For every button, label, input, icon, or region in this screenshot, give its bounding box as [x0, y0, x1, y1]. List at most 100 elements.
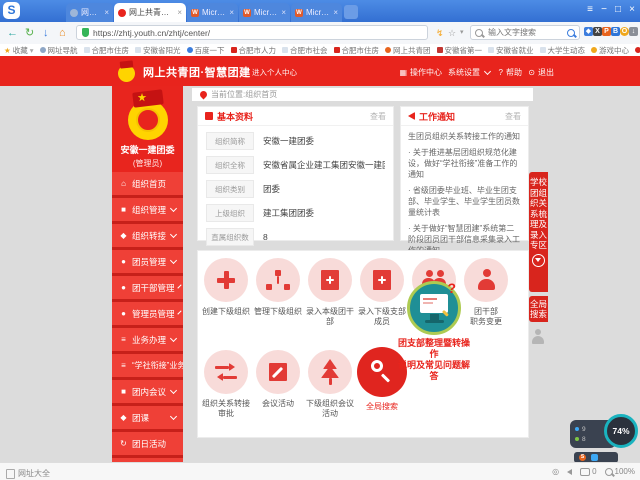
bookmark-item[interactable]: 网上共青团	[385, 45, 431, 56]
bookmark-item[interactable]: 游戏中心	[591, 45, 629, 56]
boost-mini-icon[interactable]	[591, 454, 598, 461]
url-text[interactable]: https://zhtj.youth.cn/zhtj/center/	[93, 28, 210, 38]
logout-link[interactable]: ⊙退出	[528, 67, 554, 78]
extension-icon[interactable]: P	[602, 27, 611, 36]
speaker-icon[interactable]	[567, 469, 572, 475]
back-icon[interactable]: ←	[7, 26, 18, 40]
site-icon	[334, 47, 340, 53]
help-overlay[interactable]: ? 团支部整理暨转操作 说明及常见问题解答	[398, 281, 470, 382]
tab-word-2[interactable]: W Microsoft Word - 飞… ×	[239, 3, 290, 22]
notice-item[interactable]: · 省级团委毕业班、毕业生团支部、毕业学生、毕业学生团员数量统计表	[408, 185, 521, 218]
bookmark-item[interactable]: 大学生动态	[540, 45, 586, 56]
tab-close-icon[interactable]: ×	[281, 8, 286, 17]
search-icon	[475, 29, 483, 37]
school-transfer-zone-tab[interactable]: 学校团组织关系梳理及录入专区	[529, 172, 548, 292]
address-bar[interactable]: https://zhtj.youth.cn/zhtj/center/	[76, 25, 428, 40]
tab-word-1[interactable]: W Microsoft Word - 飞… ×	[187, 3, 238, 22]
field-label: 上级组织	[206, 204, 254, 222]
extension-icon[interactable]: ◆	[584, 27, 593, 36]
lightning-icon[interactable]: ↯	[436, 26, 444, 40]
menu-icon[interactable]: ≡	[584, 4, 596, 15]
bookmark-item[interactable]: 小说大全	[635, 45, 640, 56]
sidebar-item-org-transfer[interactable]: ◆组织转接	[112, 224, 183, 247]
notice-item[interactable]: 生团员组织关系转接工作的通知	[408, 131, 521, 142]
new-tab-button[interactable]	[344, 5, 358, 19]
action-sub-org-meetings[interactable]: 下级组织会议活动	[304, 350, 356, 419]
grid-icon: ▦	[399, 69, 407, 77]
target-icon[interactable]: ◎	[552, 467, 559, 476]
sidebar-item-cadre-manage[interactable]: ●团干部管理	[112, 276, 183, 299]
system-settings-link[interactable]: 系统设置	[448, 67, 490, 78]
sidebar-item-org-home[interactable]: ⌂组织首页	[112, 172, 183, 195]
home-icon: ⌂	[119, 179, 128, 188]
sogou-mini-icon[interactable]: S	[579, 454, 586, 461]
boost-ball-widget[interactable]: 9 8 74% S	[570, 414, 638, 462]
customer-service-icon[interactable]	[530, 328, 546, 344]
sidebar-item-activities[interactable]: ↻团日活动	[112, 432, 183, 455]
tab-close-icon[interactable]: ×	[333, 8, 338, 17]
bookmark-item[interactable]: 安徽省阳光	[135, 45, 181, 56]
notices-view-link[interactable]: 查看	[505, 111, 521, 122]
download-icon[interactable]: ↓	[43, 26, 49, 40]
memory-gauge[interactable]: 74%	[604, 414, 638, 448]
field-label: 组织全称	[206, 156, 254, 174]
bookmark-item[interactable]: 合肥市人力	[231, 45, 277, 56]
sidebar-item-lessons[interactable]: ◆团课	[112, 406, 183, 429]
bookmark-item[interactable]: 合肥市社会	[282, 45, 328, 56]
refresh-icon[interactable]: ↻	[25, 26, 34, 40]
action-create-sub-org[interactable]: 创建下级组织	[200, 258, 252, 317]
global-search-tab[interactable]: 全局搜索	[529, 296, 548, 322]
bookmark-item[interactable]: 安徽省第一	[437, 45, 483, 56]
bookmark-item[interactable]: 合肥市住房	[334, 45, 380, 56]
bookmark-item[interactable]: 安徽省就业	[488, 45, 534, 56]
favorite-star-icon[interactable]: ☆	[448, 26, 456, 40]
people-icon: ●	[119, 309, 128, 318]
action-transfer-approval[interactable]: 组织关系转接审批	[200, 350, 252, 419]
power-icon: ⊙	[528, 69, 535, 77]
caret-down-icon[interactable]: ▾	[460, 26, 464, 40]
tab-close-icon[interactable]: ×	[104, 8, 109, 17]
home-icon[interactable]: ⌂	[59, 26, 66, 40]
chevron-down-icon	[177, 284, 181, 288]
sidebar-item-school-link[interactable]: ≡“学社衔接”业务	[112, 354, 183, 377]
sidebar-item-admin-manage[interactable]: ●管理员管理	[112, 302, 183, 325]
tab-zhtj-active[interactable]: 网上共青团·智慧团建 ×	[114, 3, 186, 22]
basic-info-view-link[interactable]: 查看	[370, 111, 386, 122]
search-go-icon[interactable]	[567, 29, 575, 37]
enter-personal-center-link[interactable]: 进入个人中心	[252, 67, 297, 78]
sidebar-item-business[interactable]: ≡业务办理	[112, 328, 183, 351]
tab-site-nav[interactable]: 网址大全 ×	[66, 3, 113, 22]
notice-item[interactable]: · 关于推进基层团组织规范化建设，做好“学社衔接”准备工作的通知	[408, 147, 521, 180]
action-add-cadre[interactable]: 录入本级团干部	[304, 258, 356, 327]
tab-close-icon[interactable]: ×	[177, 8, 182, 17]
sogou-logo-icon[interactable]: S	[3, 2, 20, 19]
org-name: 安徽一建团委	[112, 143, 183, 156]
bookmark-item[interactable]: 百度一下	[187, 45, 225, 56]
ops-center-link[interactable]: ▦操作中心	[399, 67, 442, 78]
extension-icon[interactable]: O	[620, 27, 629, 36]
globe-icon	[40, 47, 46, 53]
minimize-button[interactable]: −	[598, 4, 610, 15]
download-manager-icon[interactable]: ↓	[629, 27, 638, 36]
help-link[interactable]: ?帮助	[499, 67, 522, 78]
speaker-icon	[408, 112, 415, 120]
zoom-control[interactable]: 100%	[605, 467, 635, 476]
close-window-button[interactable]: ×	[626, 4, 638, 15]
tab-close-icon[interactable]: ×	[229, 8, 234, 17]
maximize-button[interactable]: □	[612, 4, 624, 15]
sidebar-item-meetings[interactable]: ■团内会议	[112, 380, 183, 403]
bookmark-item[interactable]: 网址导航	[40, 45, 78, 56]
extension-icon[interactable]: B	[611, 27, 620, 36]
search-input[interactable]	[486, 27, 564, 38]
search-box[interactable]	[470, 25, 580, 40]
bookmark-item[interactable]: 合肥市住房	[84, 45, 130, 56]
action-manage-sub-org[interactable]: 管理下级组织	[252, 258, 304, 317]
tab-word-3[interactable]: W Microsoft Word - 飞… ×	[291, 3, 342, 22]
action-meeting-activity[interactable]: 会议活动	[252, 350, 304, 409]
sidebar-item-member-manage[interactable]: ●团员管理	[112, 250, 183, 273]
sidebar-item-org-manage[interactable]: ■组织管理	[112, 198, 183, 221]
extension-icon[interactable]: X	[593, 27, 602, 36]
breadcrumb-text: 当前位置:组织首页	[211, 89, 277, 100]
messages-indicator[interactable]: 0	[580, 467, 596, 476]
bookmark-favorites[interactable]: ★收藏▾	[4, 45, 34, 56]
